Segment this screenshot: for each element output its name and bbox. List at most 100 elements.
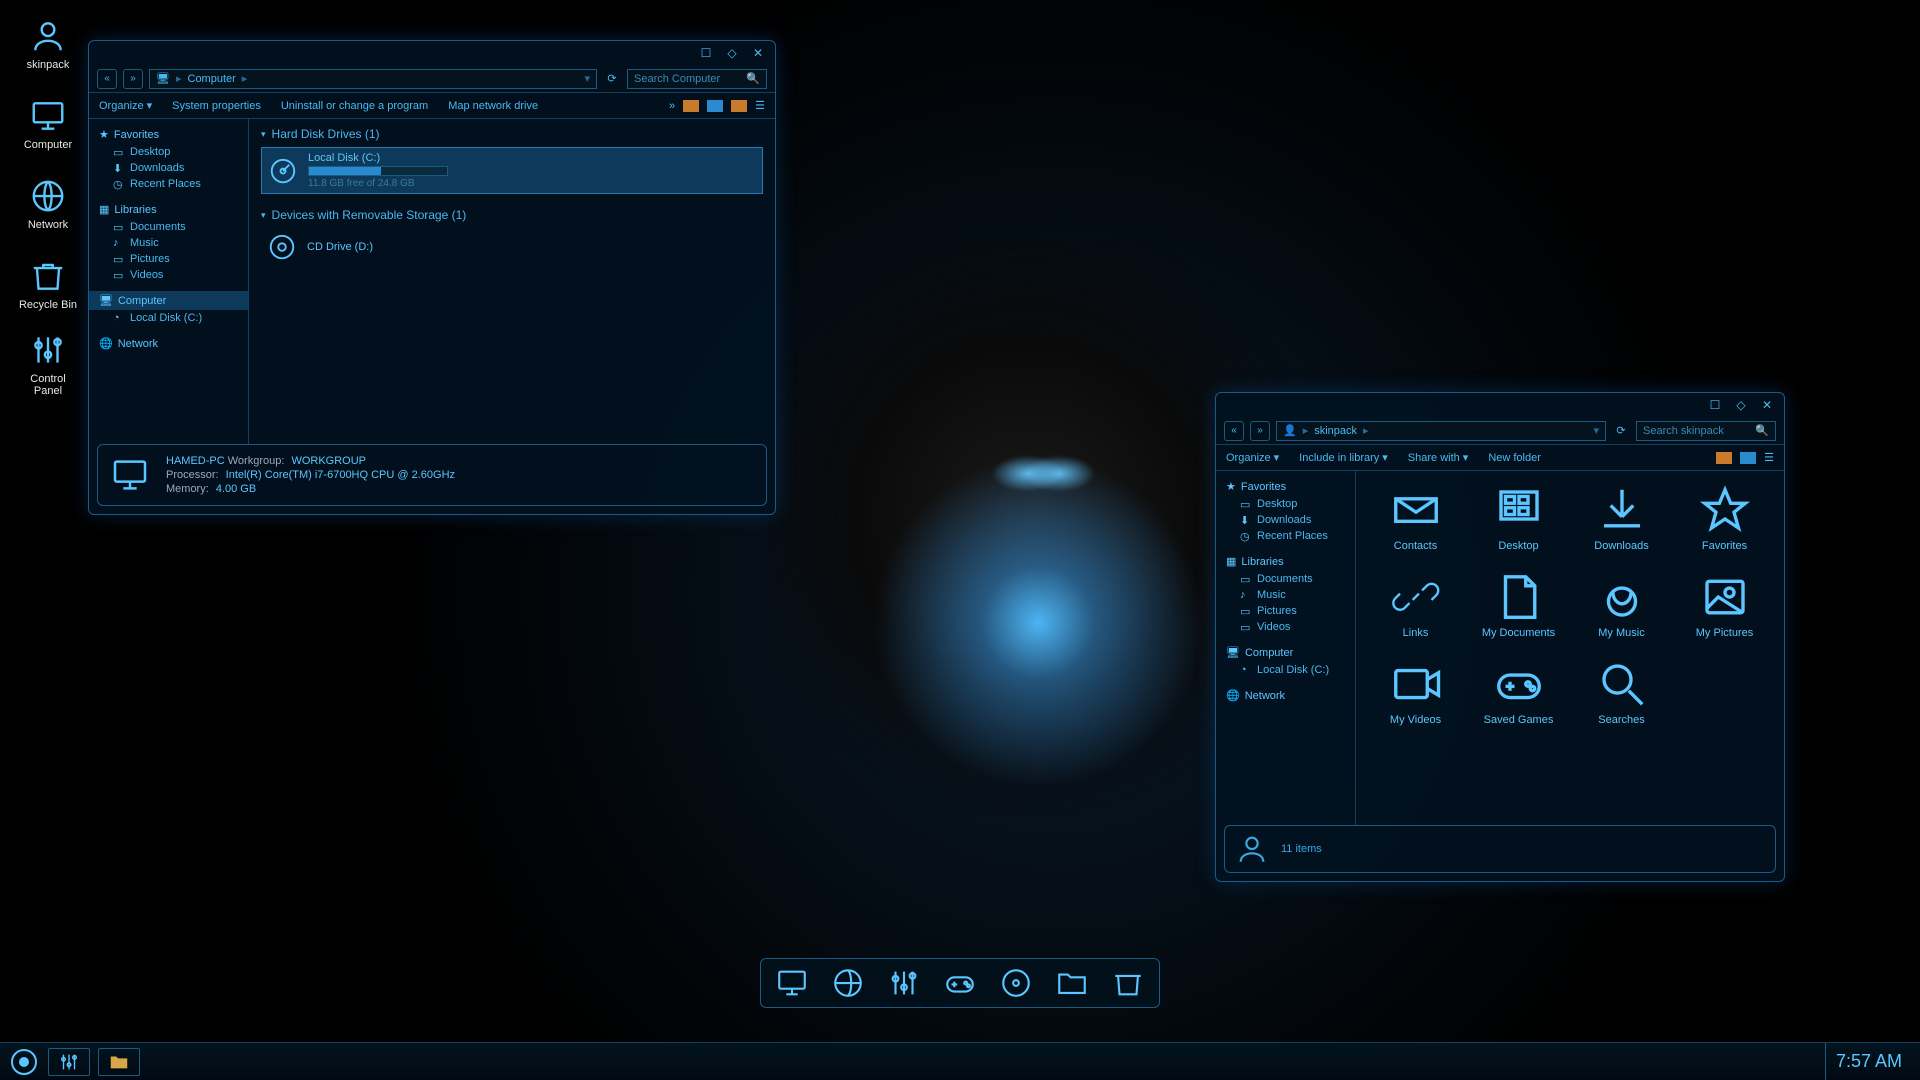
view-icon[interactable] bbox=[707, 100, 723, 112]
user-icon bbox=[29, 17, 67, 55]
view-icon[interactable] bbox=[683, 100, 699, 112]
drive-local-disk[interactable]: Local Disk (C:) 11.8 GB free of 24.8 GB bbox=[261, 147, 763, 194]
uninstall-button[interactable]: Uninstall or change a program bbox=[281, 100, 428, 112]
sidebar-item-documents[interactable]: ▭Documents bbox=[1216, 571, 1355, 587]
clock[interactable]: 7:57 AM bbox=[1825, 1043, 1912, 1080]
system-properties-button[interactable]: System properties bbox=[172, 100, 261, 112]
breadcrumb-item[interactable]: skinpack bbox=[1314, 425, 1357, 437]
minimize-button[interactable]: ☐ bbox=[697, 46, 715, 60]
dock-folder[interactable] bbox=[1055, 966, 1089, 1000]
folder-downloads[interactable]: Downloads bbox=[1574, 479, 1669, 556]
dock-games[interactable] bbox=[943, 966, 977, 1000]
new-folder-button[interactable]: New folder bbox=[1488, 452, 1541, 464]
close-button[interactable]: ✕ bbox=[1758, 398, 1776, 412]
sidebar-network-header[interactable]: 🌐Network bbox=[89, 334, 248, 353]
dock-control-panel[interactable] bbox=[887, 966, 921, 1000]
dock-disk[interactable] bbox=[999, 966, 1033, 1000]
sidebar-libraries-header[interactable]: ▦Libraries bbox=[1216, 552, 1355, 571]
desktop-icon-control-panel[interactable]: Control Panel bbox=[10, 325, 86, 403]
folder-contacts[interactable]: Contacts bbox=[1368, 479, 1463, 556]
breadcrumb-item[interactable]: Computer bbox=[188, 73, 236, 85]
minimize-button[interactable]: ☐ bbox=[1706, 398, 1724, 412]
search-input[interactable]: Search skinpack 🔍 bbox=[1636, 421, 1776, 441]
toolbar: Organize ▾ Include in library ▾ Share wi… bbox=[1216, 445, 1784, 471]
titlebar[interactable]: ☐ ◇ ✕ bbox=[1216, 393, 1784, 417]
sidebar-item-recent[interactable]: ◷Recent Places bbox=[89, 176, 248, 192]
chevron-down-icon[interactable]: ▾ bbox=[1593, 424, 1599, 437]
breadcrumb[interactable]: 👤 ▸ skinpack ▸ ▾ bbox=[1276, 421, 1606, 441]
sidebar-item-local-disk[interactable]: ◔Local Disk (C:) bbox=[89, 310, 248, 326]
sidebar-item-videos[interactable]: ▭Videos bbox=[89, 267, 248, 283]
sidebar-computer-header[interactable]: 🖥Computer bbox=[1216, 643, 1355, 662]
refresh-button[interactable]: ⟳ bbox=[603, 70, 621, 88]
more-button[interactable]: » bbox=[669, 100, 675, 112]
titlebar[interactable]: ☐ ◇ ✕ bbox=[89, 41, 775, 65]
folder-my-videos[interactable]: My Videos bbox=[1368, 653, 1463, 730]
sidebar-favorites-header[interactable]: ★Favorites bbox=[89, 125, 248, 144]
folder-saved-games[interactable]: Saved Games bbox=[1471, 653, 1566, 730]
sidebar: ★Favorites ▭Desktop ⬇Downloads ◷Recent P… bbox=[89, 119, 249, 444]
download-icon: ⬇ bbox=[113, 162, 125, 174]
desktop-icons: skinpack Computer Network Recycle Bin Co… bbox=[10, 5, 86, 405]
folder-my-pictures[interactable]: My Pictures bbox=[1677, 566, 1772, 643]
view-icon[interactable] bbox=[1716, 452, 1732, 464]
sidebar-favorites-header[interactable]: ★Favorites bbox=[1216, 477, 1355, 496]
organize-button[interactable]: Organize ▾ bbox=[1226, 451, 1279, 464]
search-input[interactable]: Search Computer 🔍 bbox=[627, 69, 767, 89]
dock-network[interactable] bbox=[831, 966, 865, 1000]
sidebar-item-downloads[interactable]: ⬇Downloads bbox=[1216, 512, 1355, 528]
include-library-button[interactable]: Include in library ▾ bbox=[1299, 451, 1388, 464]
drive-cd[interactable]: CD Drive (D:) bbox=[261, 228, 763, 266]
desktop-icon-skinpack[interactable]: skinpack bbox=[10, 5, 86, 83]
start-button[interactable] bbox=[8, 1046, 40, 1078]
chevron-down-icon[interactable]: ▾ bbox=[584, 72, 590, 85]
nav-forward-button[interactable]: » bbox=[1250, 421, 1270, 441]
sidebar-item-recent[interactable]: ◷Recent Places bbox=[1216, 528, 1355, 544]
nav-back-button[interactable]: « bbox=[1224, 421, 1244, 441]
sidebar-item-videos[interactable]: ▭Videos bbox=[1216, 619, 1355, 635]
help-button[interactable]: ☰ bbox=[1764, 451, 1774, 464]
sidebar-item-music[interactable]: ♪Music bbox=[89, 235, 248, 251]
refresh-button[interactable]: ⟳ bbox=[1612, 422, 1630, 440]
section-hdd-header[interactable]: ▾Hard Disk Drives (1) bbox=[261, 127, 763, 141]
dock-computer[interactable] bbox=[775, 966, 809, 1000]
sidebar-item-desktop[interactable]: ▭Desktop bbox=[1216, 496, 1355, 512]
sidebar-libraries-header[interactable]: ▦Libraries bbox=[89, 200, 248, 219]
sidebar-item-desktop[interactable]: ▭Desktop bbox=[89, 144, 248, 160]
share-with-button[interactable]: Share with ▾ bbox=[1408, 451, 1469, 464]
folder-my-music[interactable]: My Music bbox=[1574, 566, 1669, 643]
maximize-button[interactable]: ◇ bbox=[1732, 398, 1750, 412]
sidebar-item-pictures[interactable]: ▭Pictures bbox=[89, 251, 248, 267]
monitor-icon: 🖥 bbox=[1226, 646, 1240, 659]
sidebar-item-documents[interactable]: ▭Documents bbox=[89, 219, 248, 235]
folder-searches[interactable]: Searches bbox=[1574, 653, 1669, 730]
desktop-icon-recycle-bin[interactable]: Recycle Bin bbox=[10, 245, 86, 323]
view-icon[interactable] bbox=[731, 100, 747, 112]
desktop-icon-network[interactable]: Network bbox=[10, 165, 86, 243]
sidebar-network-header[interactable]: 🌐Network bbox=[1216, 686, 1355, 705]
sidebar-item-music[interactable]: ♪Music bbox=[1216, 587, 1355, 603]
close-button[interactable]: ✕ bbox=[749, 46, 767, 60]
taskbar-item-explorer[interactable] bbox=[98, 1048, 140, 1076]
maximize-button[interactable]: ◇ bbox=[723, 46, 741, 60]
folder-links[interactable]: Links bbox=[1368, 566, 1463, 643]
organize-button[interactable]: Organize ▾ bbox=[99, 99, 152, 112]
folder-my-documents[interactable]: My Documents bbox=[1471, 566, 1566, 643]
dock-trash[interactable] bbox=[1111, 966, 1145, 1000]
folder-favorites[interactable]: Favorites bbox=[1677, 479, 1772, 556]
sidebar-item-pictures[interactable]: ▭Pictures bbox=[1216, 603, 1355, 619]
help-button[interactable]: ☰ bbox=[755, 99, 765, 112]
view-icon[interactable] bbox=[1740, 452, 1756, 464]
section-removable-header[interactable]: ▾Devices with Removable Storage (1) bbox=[261, 208, 763, 222]
sidebar-item-downloads[interactable]: ⬇Downloads bbox=[89, 160, 248, 176]
map-drive-button[interactable]: Map network drive bbox=[448, 100, 538, 112]
globe-icon bbox=[29, 177, 67, 215]
folder-desktop[interactable]: Desktop bbox=[1471, 479, 1566, 556]
sidebar-item-local-disk[interactable]: ◔Local Disk (C:) bbox=[1216, 662, 1355, 678]
breadcrumb[interactable]: 🖥 ▸ Computer ▸ ▾ bbox=[149, 69, 597, 89]
taskbar-item-control-panel[interactable] bbox=[48, 1048, 90, 1076]
nav-back-button[interactable]: « bbox=[97, 69, 117, 89]
desktop-icon-computer[interactable]: Computer bbox=[10, 85, 86, 163]
sidebar-computer-header[interactable]: 🖥Computer bbox=[89, 291, 248, 310]
nav-forward-button[interactable]: » bbox=[123, 69, 143, 89]
